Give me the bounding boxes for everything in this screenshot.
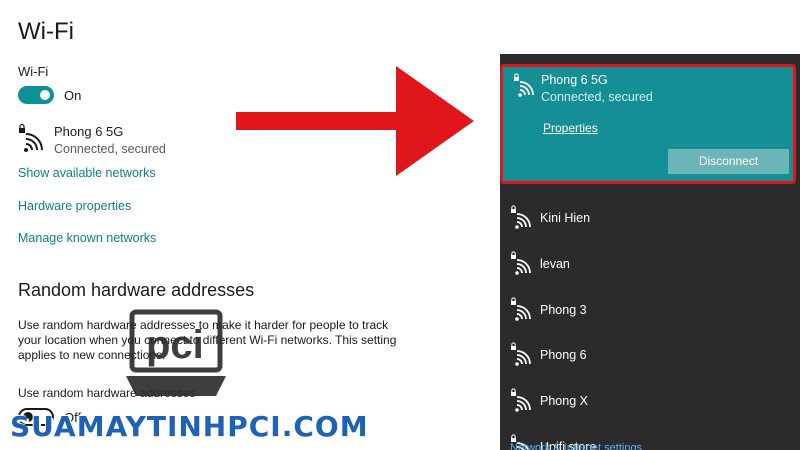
hardware-properties-link[interactable]: Hardware properties: [18, 199, 131, 213]
wifi-secured-icon: [511, 205, 531, 229]
show-available-networks-link[interactable]: Show available networks: [18, 166, 156, 180]
network-list-item[interactable]: levan: [500, 241, 800, 287]
red-arrow-icon: [236, 66, 474, 176]
wifi-secured-icon: [511, 297, 531, 321]
manage-known-networks-link[interactable]: Manage known networks: [18, 231, 156, 245]
wifi-secured-icon: [19, 124, 43, 152]
network-flyout: Phong 6 5G Connected, secured Properties…: [500, 54, 800, 450]
page-title: Wi-Fi: [18, 18, 74, 45]
current-network-name: Phong 6 5G: [54, 124, 124, 139]
wifi-toggle[interactable]: [18, 86, 54, 104]
current-network-status: Connected, secured: [54, 142, 166, 156]
network-name: Kini Hien: [540, 211, 591, 225]
network-list-item[interactable]: Kini Hien: [500, 195, 800, 241]
watermark-text: SUAMAYTINHPCI.COM: [10, 410, 369, 443]
watermark-logo: pci: [126, 309, 226, 396]
disconnect-button[interactable]: Disconnect: [668, 149, 789, 174]
toggle-knob: [40, 90, 50, 100]
network-name: Phong X: [540, 394, 588, 409]
network-list-item[interactable]: Phong 3: [500, 287, 800, 333]
active-network-status: Connected, secured: [541, 90, 653, 104]
wifi-toggle-label: Wi-Fi: [18, 64, 49, 79]
network-settings-link[interactable]: Network & Internet settings: [510, 442, 642, 450]
wifi-secured-icon: [514, 73, 534, 97]
network-list-item[interactable]: Phong 6: [500, 332, 800, 378]
wifi-secured-icon: [511, 388, 531, 412]
network-name: Phong 6: [540, 348, 587, 363]
active-network-name: Phong 6 5G: [541, 73, 608, 87]
current-network[interactable]: Phong 6 5G Connected, secured: [18, 124, 166, 156]
network-name: levan: [540, 256, 570, 271]
wifi-secured-icon: [511, 342, 531, 367]
wifi-toggle-state: On: [64, 87, 82, 103]
active-network-card[interactable]: Phong 6 5G Connected, secured Properties…: [500, 64, 796, 184]
properties-link[interactable]: Properties: [543, 121, 598, 135]
network-list-item[interactable]: Phong X: [500, 378, 800, 424]
wifi-toggle-row: On: [18, 86, 81, 104]
wifi-secured-icon: [511, 251, 531, 275]
watermark-logo-text: pci: [146, 323, 204, 367]
random-hw-section-title: Random hardware addresses: [18, 280, 255, 300]
network-name: Phong 3: [540, 302, 587, 317]
